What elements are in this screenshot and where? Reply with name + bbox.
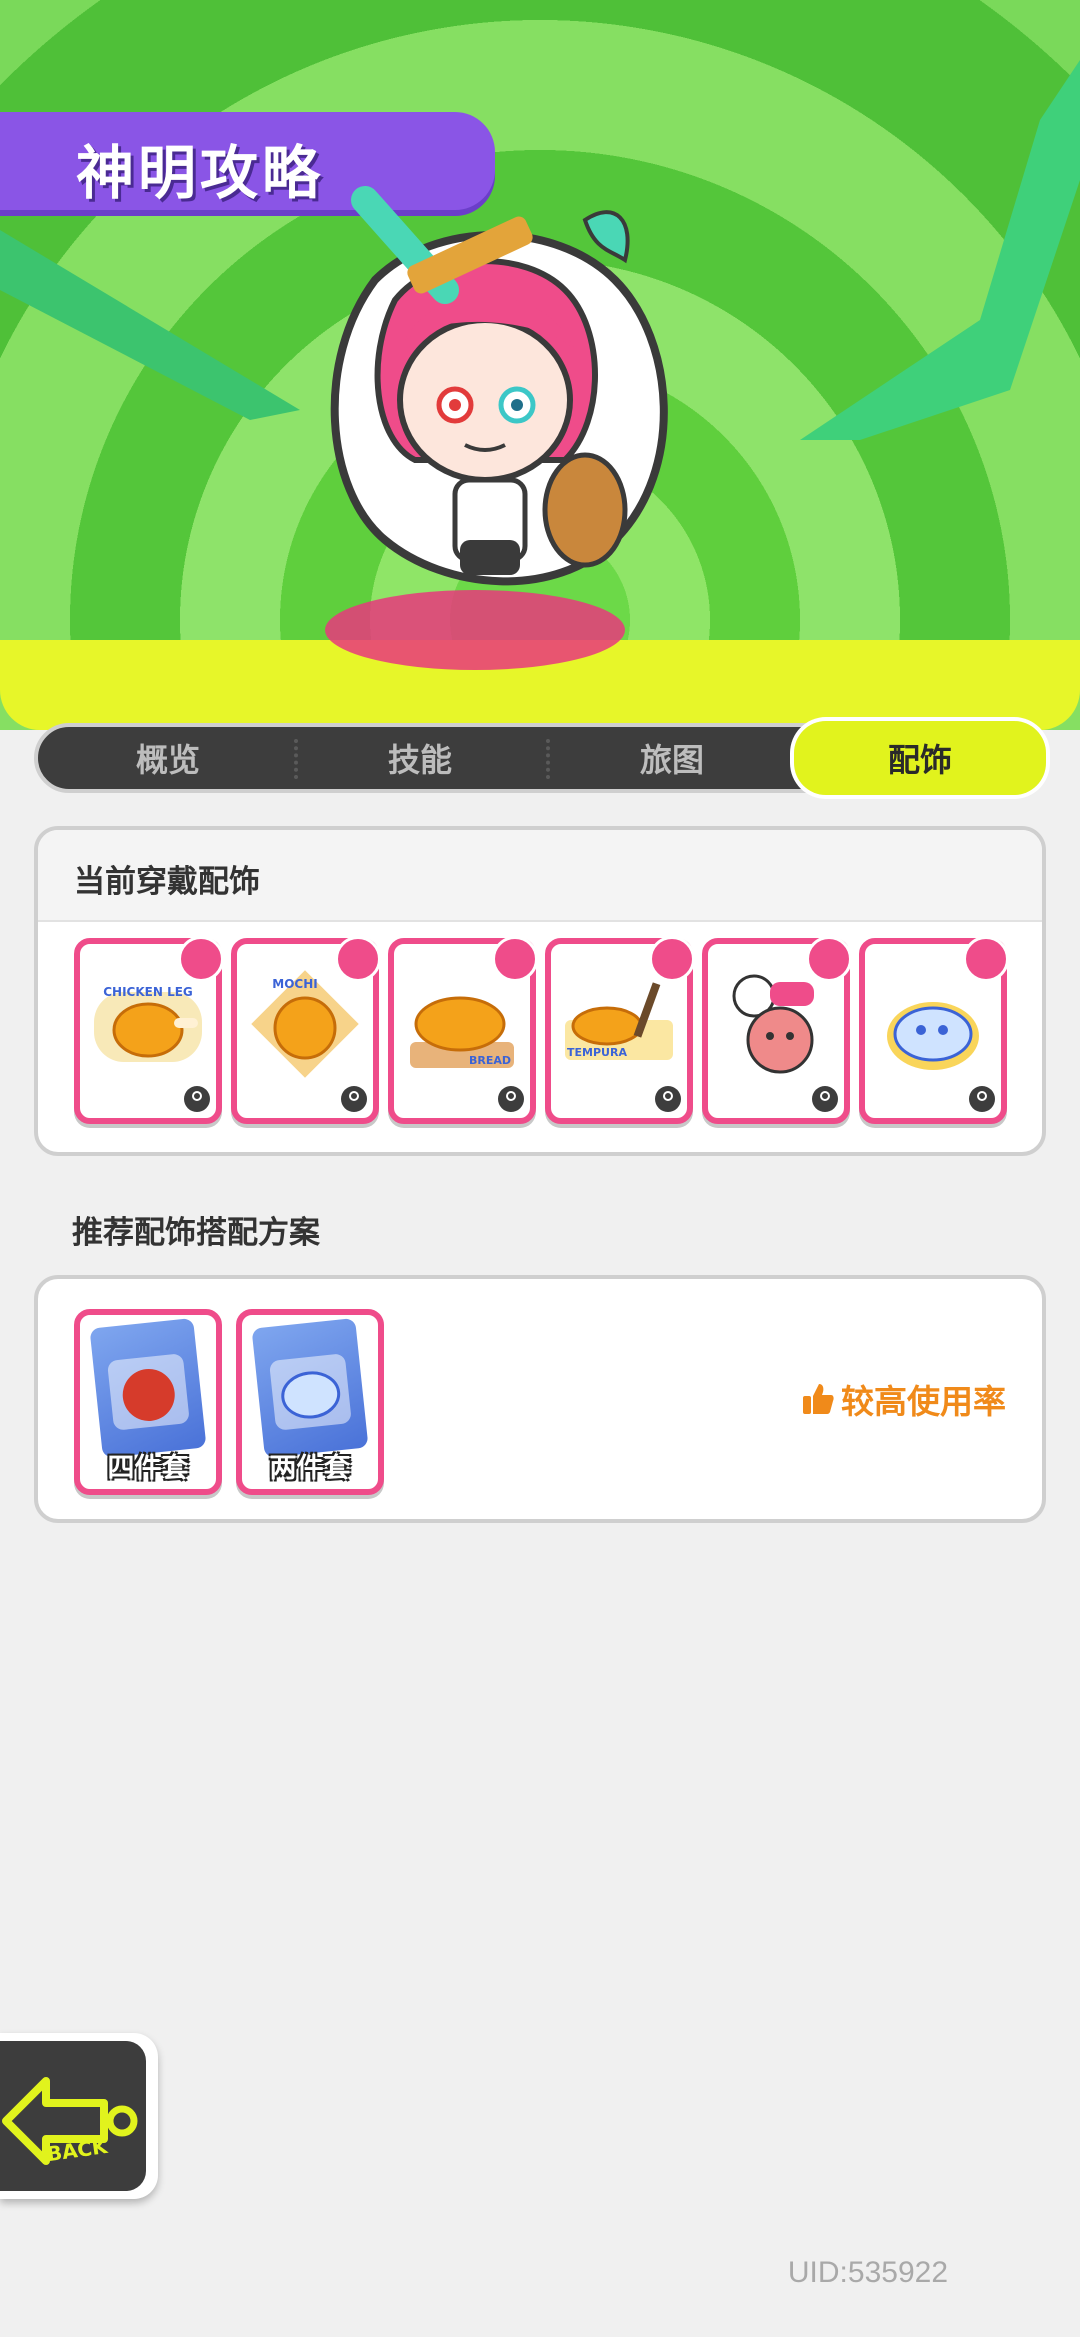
chicken-leg-icon: CHICKEN LEG [94, 985, 202, 1062]
current-accessories-header: 当前穿戴配饰 [38, 830, 1042, 922]
accessory-name: MOCHI [272, 977, 317, 991]
lock-icon [184, 1086, 210, 1112]
owner-avatar [492, 936, 538, 982]
accessory-name: CHICKEN LEG [103, 985, 193, 999]
high-usage-badge: 较高使用率 [801, 1375, 1006, 1423]
accessory-slot-mochi[interactable]: MOCHI [231, 936, 381, 1124]
pack-art [107, 1354, 189, 1430]
accessory-name: BREAD [469, 1054, 511, 1067]
back-button[interactable]: BACK [0, 2033, 158, 2199]
tab-bar: 概览 技能 旅图 配饰 [34, 721, 1046, 795]
cat-character-icon [732, 974, 814, 1074]
user-id: UID:535922 [787, 2256, 948, 2289]
current-accessories-card: 当前穿戴配饰 CHICKEN LEG MOCHI BREAD TEMPURA [34, 826, 1046, 1156]
four-piece-pack-icon [89, 1317, 207, 1459]
tab-journey-map-label: 旅图 [639, 741, 704, 779]
lock-icon [498, 1086, 524, 1112]
lock-icon [812, 1086, 838, 1112]
two-piece-pack-icon [251, 1317, 369, 1459]
blue-creature-icon [887, 1002, 979, 1070]
accessory-slot-tempura[interactable]: TEMPURA [545, 936, 695, 1124]
recommend-title: 推荐配饰搭配方案 [72, 1215, 320, 1251]
set-label: 两件套 [269, 1453, 351, 1484]
god-character-illustration [325, 186, 668, 670]
hero-banner: 神明攻略 [0, 0, 1080, 730]
tempura-icon: TEMPURA [565, 982, 673, 1060]
bread-icon: BREAD [410, 996, 514, 1068]
owner-avatar [806, 936, 852, 982]
tab-journey-map[interactable]: 旅图 [546, 727, 798, 789]
accessory-slot-chicken-leg[interactable]: CHICKEN LEG [74, 936, 224, 1124]
pack-art [269, 1354, 351, 1430]
tab-accessories[interactable]: 配饰 [794, 721, 1046, 795]
tab-accessories-label: 配饰 [887, 741, 952, 779]
accessory-name: TEMPURA [567, 1046, 627, 1059]
accessory-slot-bread[interactable]: BREAD [388, 936, 538, 1124]
tab-overview[interactable]: 概览 [42, 727, 294, 789]
owner-avatar [335, 936, 381, 982]
accessory-slot-blue-creature[interactable] [859, 936, 1009, 1124]
accessory-slot-cat-character[interactable] [702, 936, 852, 1124]
high-usage-label: 较高使用率 [841, 1382, 1006, 1421]
lock-icon [341, 1086, 367, 1112]
owner-avatar [178, 936, 224, 982]
set-two-piece[interactable]: 两件套 [236, 1309, 384, 1495]
back-button-body: BACK [0, 2041, 146, 2191]
lock-icon [969, 1086, 995, 1112]
lock-icon [655, 1086, 681, 1112]
owner-avatar [963, 936, 1009, 982]
current-accessories-title: 当前穿戴配饰 [74, 864, 260, 900]
mochi-icon: MOCHI [251, 970, 359, 1078]
set-label: 四件套 [107, 1453, 189, 1484]
recommend-card: 四件套 两件套 较高使用率 [34, 1275, 1046, 1523]
tab-overview-label: 概览 [135, 741, 200, 779]
owner-avatar [649, 936, 695, 982]
thumbs-up-icon [803, 1384, 834, 1414]
tab-skills[interactable]: 技能 [294, 727, 546, 789]
set-four-piece[interactable]: 四件套 [74, 1309, 222, 1495]
tab-skills-label: 技能 [387, 741, 452, 779]
back-arrow-icon: BACK [2, 2077, 138, 2166]
